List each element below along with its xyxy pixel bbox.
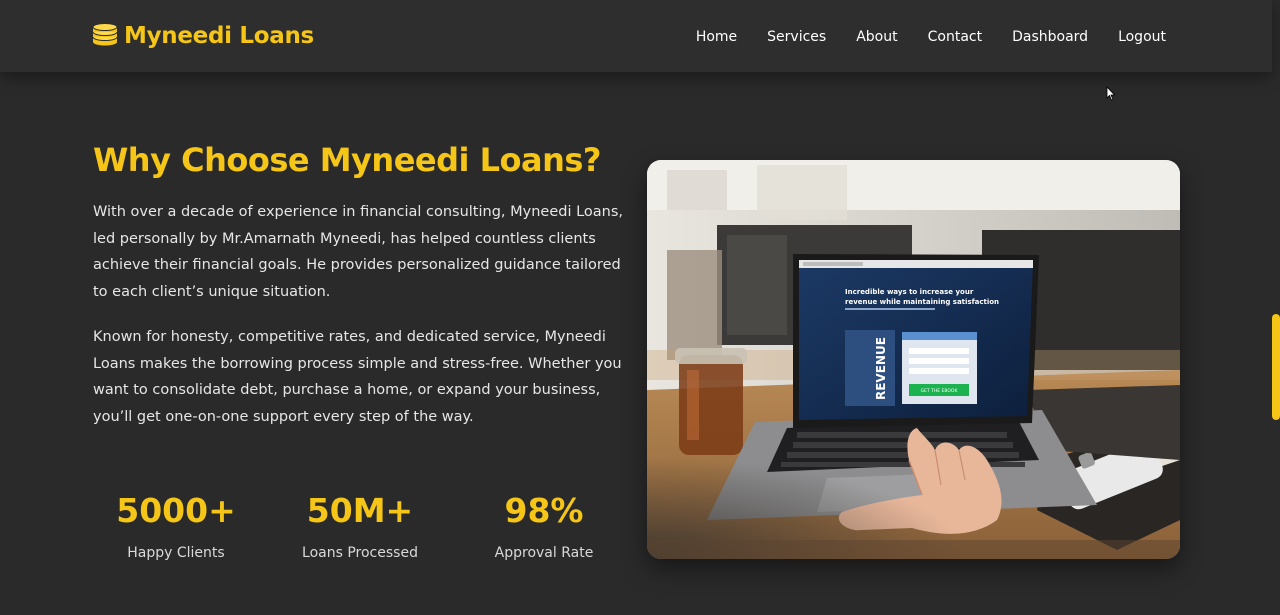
brand-logo-link[interactable]: Myneedi Loans	[92, 20, 314, 52]
brand-name: Myneedi Loans	[124, 23, 314, 49]
scrollbar-thumb[interactable]	[1272, 314, 1280, 420]
stat-value: 5000+	[116, 491, 236, 530]
stat-value: 98%	[504, 491, 584, 530]
nav-menu: Home Services About Contact Dashboard Lo…	[696, 26, 1166, 45]
stat-label: Happy Clients	[127, 545, 225, 561]
page-scrollbar[interactable]	[1272, 0, 1280, 615]
stat-label: Approval Rate	[494, 545, 594, 561]
screen-headline-1: Incredible ways to increase your	[845, 288, 974, 296]
coins-icon	[92, 22, 118, 50]
mouse-pointer-icon	[1106, 85, 1116, 105]
stats-row: 5000+ Happy Clients 50M+ Loans Processed…	[93, 490, 638, 570]
stat-value: 50M+	[306, 491, 414, 530]
nav-home-link[interactable]: Home	[696, 29, 737, 45]
stat-approval-rate: 98% Approval Rate	[461, 490, 627, 561]
nav-dashboard-link[interactable]: Dashboard	[1012, 29, 1088, 45]
top-navbar: Myneedi Loans Home Services About Contac…	[0, 0, 1272, 72]
why-choose-section: Why Choose Myneedi Loans? With over a de…	[93, 138, 633, 430]
stat-label: Loans Processed	[302, 545, 418, 561]
stat-happy-clients: 5000+ Happy Clients	[93, 490, 259, 561]
nav-contact-link[interactable]: Contact	[928, 29, 982, 45]
intro-paragraph: With over a decade of experience in fina…	[93, 204, 624, 300]
nav-services-link[interactable]: Services	[767, 29, 826, 45]
nav-about-link[interactable]: About	[856, 29, 897, 45]
stat-loans-processed: 50M+ Loans Processed	[277, 490, 443, 561]
laptop-photo: Incredible ways to increase your revenue…	[647, 160, 1180, 559]
section-title: Why Choose Myneedi Loans?	[93, 141, 601, 179]
nav-logout-link[interactable]: Logout	[1118, 29, 1166, 45]
service-paragraph: Known for honesty, competitive rates, an…	[93, 329, 622, 425]
screen-headline-2: revenue while maintaining satisfaction	[845, 298, 999, 306]
